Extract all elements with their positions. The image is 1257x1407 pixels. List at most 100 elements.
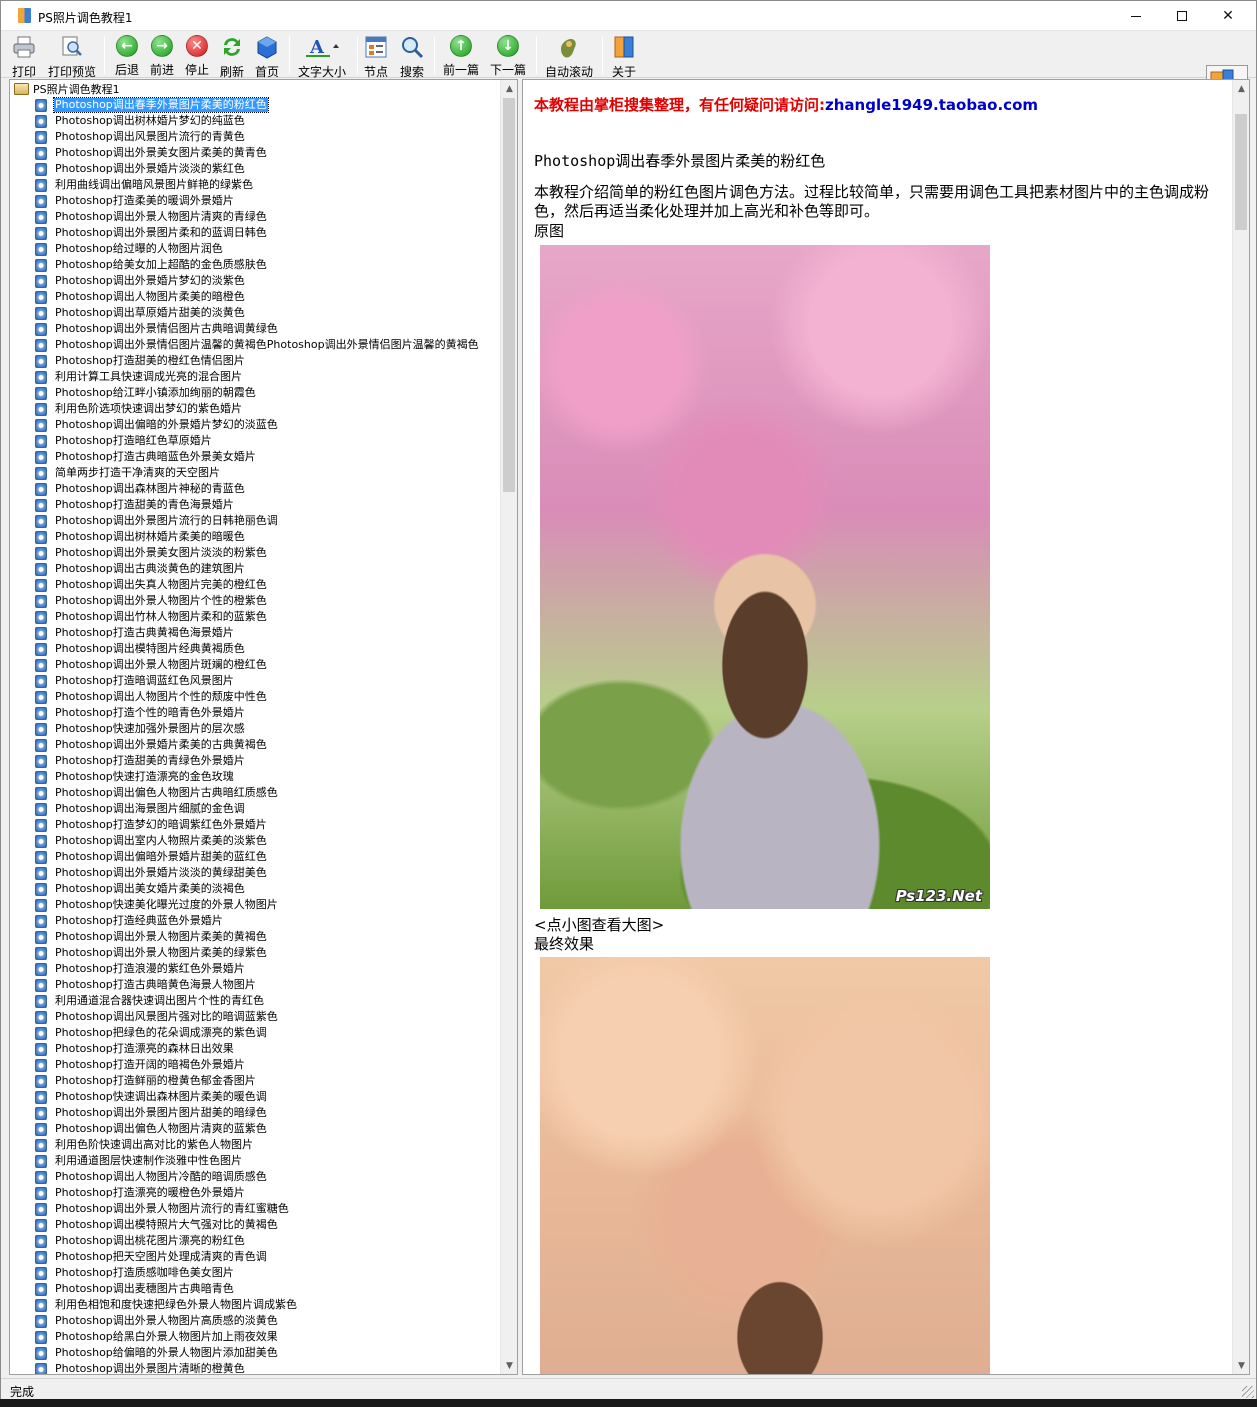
- tree-item[interactable]: Photoshop打造暗调蓝红色风景图片: [34, 673, 504, 689]
- tree-item[interactable]: Photoshop调出古典淡黄色的建筑图片: [34, 561, 504, 577]
- tree-item[interactable]: Photoshop调出外景人物图片柔美的黄褐色: [34, 929, 504, 945]
- tree-item[interactable]: Photoshop调出外景情侣图片温馨的黄褐色Photoshop调出外景情侣图片…: [34, 337, 504, 353]
- tree-item[interactable]: Photoshop快速调出森林图片柔美的暖色调: [34, 1089, 504, 1105]
- toc-tree[interactable]: PS照片调色教程1 Photoshop调出春季外景图片柔美的粉红色 Photosh…: [9, 79, 518, 1375]
- tree-item[interactable]: Photoshop调出风景图片流行的青黄色: [34, 129, 504, 145]
- tree-item[interactable]: Photoshop调出人物图片个性的颓废中性色: [34, 689, 504, 705]
- tree-item[interactable]: Photoshop给黑白外景人物图片加上雨夜效果: [34, 1329, 504, 1345]
- tree-item[interactable]: Photoshop调出外景情侣图片古典暗调黄绿色: [34, 321, 504, 337]
- tree-item[interactable]: Photoshop调出外景婚片柔美的古典黄褐色: [34, 737, 504, 753]
- tree-item[interactable]: Photoshop调出外景人物图片斑斓的橙红色: [34, 657, 504, 673]
- tree-item[interactable]: Photoshop把天空图片处理成清爽的青色调: [34, 1249, 504, 1265]
- tree-item[interactable]: 利用计算工具快速调成光亮的混合图片: [34, 369, 504, 385]
- tree-item[interactable]: 利用色阶选项快速调出梦幻的紫色婚片: [34, 401, 504, 417]
- maximize-button[interactable]: [1159, 1, 1205, 31]
- final-effect-photo[interactable]: [540, 957, 990, 1374]
- tree-item[interactable]: Photoshop调出外景图片柔和的蓝调日韩色: [34, 225, 504, 241]
- tree-item[interactable]: Photoshop调出外景婚片淡淡的黄绿甜美色: [34, 865, 504, 881]
- tree-item[interactable]: Photoshop调出树林婚片柔美的暗暖色: [34, 529, 504, 545]
- tree-item[interactable]: Photoshop打造开阔的暗褐色外景婚片: [34, 1057, 504, 1073]
- tree-item[interactable]: Photoshop调出偏色人物图片古典暗红质感色: [34, 785, 504, 801]
- minimize-button[interactable]: [1113, 1, 1159, 31]
- print-preview-button[interactable]: 打印预览: [48, 33, 96, 79]
- tree-item[interactable]: Photoshop把绿色的花朵调成漂亮的紫色调: [34, 1025, 504, 1041]
- print-button[interactable]: 打印: [12, 33, 36, 79]
- tree-item[interactable]: 简单两步打造干净清爽的天空图片: [34, 465, 504, 481]
- tree-item[interactable]: Photoshop调出模特图片经典黄褐质色: [34, 641, 504, 657]
- scroll-up-icon[interactable]: ▲: [501, 80, 517, 97]
- tree-item[interactable]: Photoshop调出海景图片细腻的金色调: [34, 801, 504, 817]
- tree-item[interactable]: 利用通道图层快速制作淡雅中性色图片: [34, 1153, 504, 1169]
- tree-item[interactable]: Photoshop打造柔美的暖调外景婚片: [34, 193, 504, 209]
- tree-item[interactable]: 利用曲线调出偏暗风景图片鲜艳的绿紫色: [34, 177, 504, 193]
- tree-item[interactable]: Photoshop调出外景美女图片淡淡的粉紫色: [34, 545, 504, 561]
- tree-item[interactable]: Photoshop快速加强外景图片的层次感: [34, 721, 504, 737]
- tree-item[interactable]: Photoshop调出桃花图片漂亮的粉红色: [34, 1233, 504, 1249]
- tree-item[interactable]: Photoshop调出外景美女图片柔美的黄青色: [34, 145, 504, 161]
- tree-item[interactable]: Photoshop打造暗红色草原婚片: [34, 433, 504, 449]
- close-button[interactable]: ✕: [1205, 1, 1251, 31]
- tree-item[interactable]: Photoshop调出失真人物图片完美的橙红色: [34, 577, 504, 593]
- tree-item[interactable]: Photoshop给过曝的人物图片润色: [34, 241, 504, 257]
- tree-scrollbar[interactable]: ▲ ▼: [500, 80, 517, 1374]
- tree-item[interactable]: Photoshop调出外景人物图片流行的青红蜜糖色: [34, 1201, 504, 1217]
- scroll-up-icon[interactable]: ▲: [1233, 80, 1249, 97]
- click-hint[interactable]: <点小图查看大图>: [534, 914, 664, 935]
- tree-item[interactable]: Photoshop调出外景图片清晰的橙黄色: [34, 1361, 504, 1374]
- tree-item[interactable]: Photoshop打造浪漫的紫红色外景婚片: [34, 961, 504, 977]
- tree-item[interactable]: Photoshop调出草原婚片甜美的淡黄色: [34, 305, 504, 321]
- tree-item[interactable]: Photoshop打造古典黄褐色海景婚片: [34, 625, 504, 641]
- tree-item[interactable]: Photoshop调出人物图片柔美的暗橙色: [34, 289, 504, 305]
- tree-item[interactable]: Photoshop调出外景婚片梦幻的淡紫色: [34, 273, 504, 289]
- tree-item[interactable]: Photoshop调出外景图片图片甜美的暗绿色: [34, 1105, 504, 1121]
- nodes-button[interactable]: 节点: [364, 33, 388, 79]
- tree-item[interactable]: 利用通道混合器快速调出图片个性的青红色: [34, 993, 504, 1009]
- scroll-down-icon[interactable]: ▼: [501, 1357, 517, 1374]
- tree-item[interactable]: Photoshop打造甜美的青色海景婚片: [34, 497, 504, 513]
- tree-item[interactable]: Photoshop调出外景图片流行的日韩艳丽色调: [34, 513, 504, 529]
- auto-scroll-button[interactable]: 自动滚动: [545, 33, 593, 79]
- next-article-button[interactable]: ↓ 下一篇: [490, 33, 526, 77]
- tree-item[interactable]: Photoshop调出树林婚片梦幻的纯蓝色: [34, 113, 504, 129]
- tree-item[interactable]: Photoshop快速美化曝光过度的外景人物图片: [34, 897, 504, 913]
- tree-item[interactable]: Photoshop打造甜美的青绿色外景婚片: [34, 753, 504, 769]
- tree-item[interactable]: Photoshop调出春季外景图片柔美的粉红色: [34, 97, 504, 113]
- tree-item[interactable]: Photoshop给美女加上超酷的金色质感肤色: [34, 257, 504, 273]
- banner-link[interactable]: zhangle1949.taobao.com: [825, 96, 1038, 114]
- prev-article-button[interactable]: ↑ 前一篇: [443, 33, 479, 77]
- resize-grip-icon[interactable]: [1242, 1386, 1254, 1398]
- home-button[interactable]: 首页: [255, 33, 279, 79]
- tree-item[interactable]: Photoshop打造古典暗蓝色外景美女婚片: [34, 449, 504, 465]
- scroll-down-icon[interactable]: ▼: [1233, 1357, 1249, 1374]
- tree-item[interactable]: Photoshop调出偏暗的外景婚片梦幻的淡蓝色: [34, 417, 504, 433]
- tree-scroll-thumb[interactable]: [503, 98, 515, 492]
- tree-item[interactable]: Photoshop给偏暗的外景人物图片添加甜美色: [34, 1345, 504, 1361]
- tree-item[interactable]: Photoshop调出外景人物图片柔美的绿紫色: [34, 945, 504, 961]
- content-scrollbar[interactable]: ▲ ▼: [1232, 80, 1249, 1374]
- stop-button[interactable]: ✕ 停止: [185, 33, 209, 77]
- tree-item[interactable]: Photoshop调出模特照片大气强对比的黄褐色: [34, 1217, 504, 1233]
- tree-item[interactable]: 利用色相饱和度快速把绿色外景人物图片调成紫色: [34, 1297, 504, 1313]
- tree-item[interactable]: Photoshop打造甜美的橙红色情侣图片: [34, 353, 504, 369]
- tree-item[interactable]: Photoshop调出外景人物图片高质感的淡黄色: [34, 1313, 504, 1329]
- tree-item[interactable]: Photoshop调出室内人物照片柔美的淡紫色: [34, 833, 504, 849]
- tree-item[interactable]: Photoshop调出风景图片强对比的暗调蓝紫色: [34, 1009, 504, 1025]
- tree-item[interactable]: 利用色阶快速调出高对比的紫色人物图片: [34, 1137, 504, 1153]
- about-button[interactable]: 关于: [612, 33, 636, 79]
- tree-root[interactable]: PS照片调色教程1: [14, 81, 120, 97]
- tree-item[interactable]: Photoshop给江畔小镇添加绚丽的朝霞色: [34, 385, 504, 401]
- original-photo[interactable]: Ps123.Net: [540, 245, 990, 909]
- refresh-button[interactable]: 刷新: [220, 33, 244, 79]
- tree-item[interactable]: Photoshop调出森林图片神秘的青蓝色: [34, 481, 504, 497]
- tree-item[interactable]: Photoshop调出外景婚片淡淡的紫红色: [34, 161, 504, 177]
- tree-item[interactable]: Photoshop调出外景人物图片清爽的青绿色: [34, 209, 504, 225]
- tree-item[interactable]: Photoshop调出偏色人物图片清爽的蓝紫色: [34, 1121, 504, 1137]
- tree-item[interactable]: Photoshop调出美女婚片柔美的淡褐色: [34, 881, 504, 897]
- tree-item[interactable]: Photoshop打造漂亮的暖橙色外景婚片: [34, 1185, 504, 1201]
- tree-item[interactable]: Photoshop调出麦穗图片古典暗青色: [34, 1281, 504, 1297]
- tree-item[interactable]: Photoshop打造质感咖啡色美女图片: [34, 1265, 504, 1281]
- tree-item[interactable]: Photoshop打造个性的暗青色外景婚片: [34, 705, 504, 721]
- search-button[interactable]: 搜索: [400, 33, 424, 79]
- tree-item[interactable]: Photoshop打造梦幻的暗调紫红色外景婚片: [34, 817, 504, 833]
- tree-item[interactable]: Photoshop调出人物图片冷酷的暗调质感色: [34, 1169, 504, 1185]
